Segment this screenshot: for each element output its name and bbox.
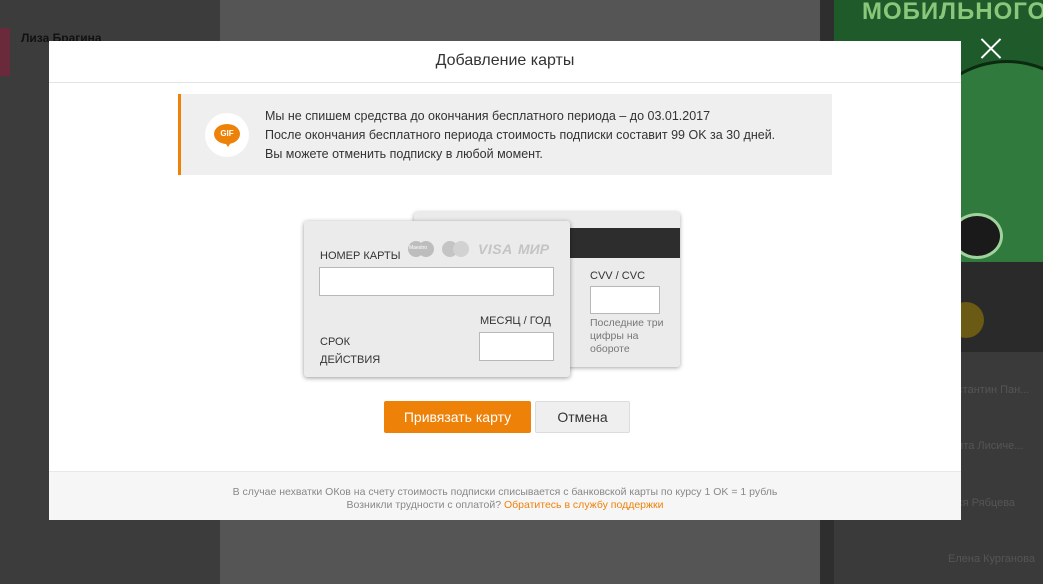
notice-line: Мы не спишем средства до окончания беспл… (265, 109, 711, 123)
card-number-label: НОМЕР КАРТЫ (320, 250, 401, 262)
maestro-label: Maestro (409, 245, 428, 251)
month-year-label: МЕСЯЦ / ГОД (480, 315, 551, 327)
card-number-input[interactable] (319, 267, 554, 296)
background-list-item: Елена Курганова (948, 553, 1035, 565)
notice-line: После окончания бесплатного периода стои… (265, 128, 776, 142)
visa-logo-icon: VISA (478, 241, 513, 257)
modal-title: Добавление карты (49, 41, 961, 83)
gif-chat-icon: GIF (205, 113, 249, 157)
notice-box: GIF Мы не спишем средства до окончания б… (178, 94, 832, 175)
expiry-label: СРОК ДЕЙСТВИЯ (320, 336, 381, 366)
notice-line: Вы можете отменить подписку в любой моме… (265, 147, 543, 161)
banner-text: МОБИЛЬНОГО? (862, 0, 1043, 25)
add-card-modal: Добавление карты GIF Мы не спишем средст… (49, 41, 961, 520)
cvv-hint: Последние три цифры на обороте (590, 317, 664, 355)
gif-bubble: GIF (214, 124, 240, 147)
notice-text: Мы не спишем средства до окончания беспл… (265, 107, 775, 164)
avatar (0, 28, 10, 76)
mastercard-logo-icon (442, 240, 474, 258)
cancel-button[interactable]: Отмена (535, 401, 630, 433)
footer-help-text: Возникли трудности с оплатой? (346, 499, 502, 511)
cvv-input[interactable] (590, 286, 660, 314)
bind-card-button[interactable]: Привязать карту (384, 401, 531, 433)
card-front: НОМЕР КАРТЫ Maestro VISA МИР СРОК ДЕЙСТВ… (304, 221, 570, 377)
maestro-logo-icon: Maestro (408, 240, 438, 258)
modal-footer: В случае нехватки ОКов на счету стоимост… (49, 471, 961, 520)
support-link[interactable]: Обратитесь в службу поддержки (504, 499, 664, 511)
mir-logo-icon: МИР (518, 241, 550, 257)
close-icon[interactable] (978, 36, 1004, 62)
footer-info: В случае нехватки ОКов на счету стоимост… (232, 486, 778, 498)
footer-help: Возникли трудности с оплатой? Обратитесь… (49, 499, 961, 512)
cvv-label: CVV / CVC (590, 270, 646, 282)
month-year-input[interactable] (479, 332, 554, 361)
